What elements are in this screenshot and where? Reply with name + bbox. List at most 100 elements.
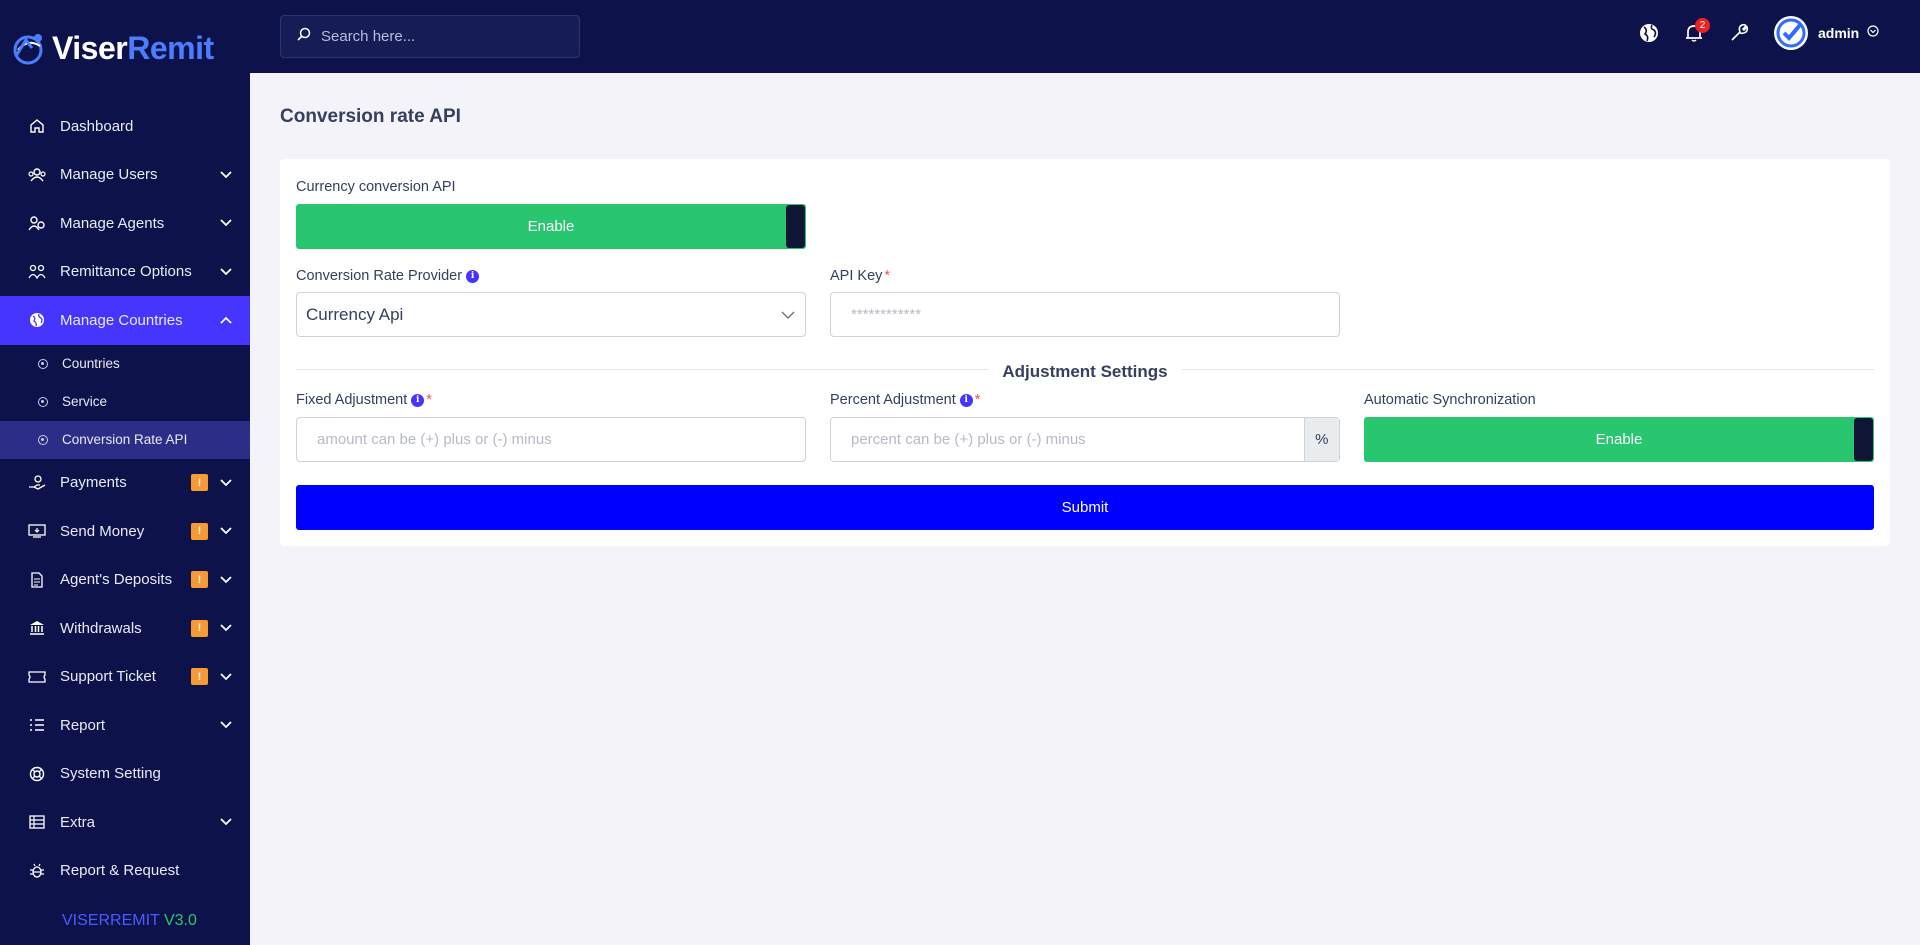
sidebar-item-label: Remittance Options [60, 263, 192, 281]
lifebuoy-icon [28, 765, 46, 783]
brand-name-part1: Viser [52, 29, 128, 66]
version-name: VISERREMIT [62, 912, 160, 929]
chevron-down-icon [220, 574, 232, 586]
sidebar-item-label: Extra [60, 813, 96, 831]
sidebar-item-withdrawals[interactable]: Withdrawals ! [0, 604, 250, 653]
percent-adjustment-input[interactable] [831, 431, 1304, 448]
api-key-input[interactable] [831, 306, 1339, 323]
percent-adjustment-label: Percent Adjustment i * [830, 392, 980, 408]
provider-label: Conversion Rate Provider i [296, 268, 480, 284]
sidebar-item-report-request[interactable]: Report & Request [0, 847, 250, 896]
toggle-knob [1854, 418, 1873, 461]
sidebar-subitem-label: Countries [62, 356, 120, 371]
provider-select-value: Currency Api [306, 304, 404, 324]
sidebar-item-label: Manage Agents [60, 214, 165, 232]
auto-sync-toggle[interactable]: Enable [1364, 417, 1874, 462]
submit-button[interactable]: Submit [296, 485, 1874, 530]
sidebar-subitem-label: Conversion Rate API [62, 432, 188, 447]
circle-dot-icon [38, 396, 48, 407]
page-title: Conversion rate API [280, 106, 461, 127]
warning-badge: ! [191, 522, 208, 540]
circle-dot-icon [38, 358, 48, 369]
auto-sync-toggle-label: Enable [1595, 431, 1643, 448]
chevron-down-icon [220, 169, 232, 181]
chevron-down-icon [220, 217, 232, 229]
required-mark: * [884, 268, 891, 284]
info-icon[interactable]: i [959, 393, 973, 407]
sidebar-item-support-ticket[interactable]: Support Ticket ! [0, 653, 250, 702]
brand-logo[interactable]: ViserRemit [10, 28, 214, 68]
info-icon[interactable]: i [466, 269, 480, 283]
sidebar-item-manage-countries[interactable]: Manage Countries [0, 296, 250, 345]
chevron-up-icon [220, 314, 232, 326]
sidebar-subitem-conversion-rate-api[interactable]: Conversion Rate API [0, 420, 250, 459]
fixed-adjustment-label: Fixed Adjustment i * [296, 392, 432, 408]
sidebar-item-label: Report & Request [60, 862, 180, 880]
currency-api-label-text: Currency conversion API [296, 179, 456, 195]
chevron-down-icon [220, 266, 232, 278]
sidebar-item-agents-deposits[interactable]: Agent's Deposits ! [0, 556, 250, 605]
api-key-label: API Key * [830, 268, 890, 284]
topbar: 2 admin [250, 0, 1920, 73]
search-icon [297, 27, 311, 46]
sidebar-item-label: Payments [60, 474, 127, 492]
sidebar-subitem-service[interactable]: Service [0, 383, 250, 421]
search-input[interactable] [321, 28, 561, 45]
sidebar-item-dashboard[interactable]: Dashboard [0, 102, 250, 151]
sidebar-item-payments[interactable]: Payments ! [0, 459, 250, 508]
sidebar-item-extra[interactable]: Extra [0, 798, 250, 847]
conversion-settings-card: Currency conversion API Enable Conversio… [280, 159, 1890, 546]
info-icon[interactable]: i [411, 393, 425, 407]
api-key-field[interactable] [830, 292, 1340, 337]
avatar [1774, 16, 1808, 50]
bug-icon [28, 862, 46, 880]
section-title: Adjustment Settings [988, 362, 1182, 381]
sidebar-item-remittance-options[interactable]: Remittance Options [0, 248, 250, 297]
agents-icon [28, 214, 46, 232]
notification-bell-icon[interactable]: 2 [1683, 18, 1710, 44]
section-header: Adjustment Settings [280, 362, 1890, 382]
sidebar-item-label: Dashboard [60, 117, 134, 135]
brand-name-part2: Remit [127, 29, 214, 66]
sidebar-item-manage-users[interactable]: Manage Users [0, 151, 250, 200]
percent-addon: % [1303, 418, 1339, 461]
auto-sync-label-text: Automatic Synchronization [1364, 392, 1536, 408]
table-icon [28, 813, 46, 831]
chevron-down-icon [220, 719, 232, 731]
globe-icon[interactable] [1638, 22, 1660, 44]
chevron-down-icon [220, 525, 232, 537]
sidebar-item-system-setting[interactable]: System Setting [0, 750, 250, 799]
sidebar-item-label: Manage Countries [60, 311, 183, 329]
chevron-down-circle-icon [1867, 24, 1879, 42]
sidebar-item-label: Manage Users [60, 166, 158, 184]
version-number: V3.0 [163, 912, 197, 929]
sidebar-item-label: Agent's Deposits [60, 571, 173, 589]
submenu-manage-countries: Countries Service Conversion Rate API [0, 344, 250, 459]
notification-count-badge: 2 [1695, 18, 1710, 33]
required-mark: * [974, 392, 981, 408]
fixed-adjustment-field[interactable] [296, 417, 806, 462]
chevron-down-icon [220, 477, 232, 489]
sidebar-item-manage-agents[interactable]: Manage Agents [0, 199, 250, 248]
chevron-down-icon [220, 816, 232, 828]
wrench-icon[interactable] [1728, 22, 1750, 44]
percent-adjustment-field[interactable]: % [830, 417, 1340, 462]
sidebar-item-send-money[interactable]: Send Money ! [0, 507, 250, 556]
globe-icon [28, 311, 46, 329]
sidebar-subitem-countries[interactable]: Countries [0, 345, 250, 383]
sidebar-item-label: Report [60, 716, 106, 734]
warning-badge: ! [191, 571, 208, 589]
money-send-icon [28, 522, 46, 540]
fixed-adjustment-input[interactable] [297, 431, 805, 448]
user-menu[interactable]: admin [1774, 16, 1879, 50]
chevron-down-icon [781, 306, 795, 324]
api-key-label-text: API Key [830, 268, 883, 284]
currency-api-toggle[interactable]: Enable [296, 204, 806, 249]
logo-icon [10, 28, 50, 68]
sidebar-item-label: System Setting [60, 765, 161, 783]
warning-badge: ! [191, 619, 208, 637]
brand-name: ViserRemit [52, 30, 214, 67]
circle-dot-icon [38, 434, 48, 445]
provider-select[interactable]: Currency Api [296, 292, 806, 337]
sidebar-item-report[interactable]: Report [0, 701, 250, 750]
